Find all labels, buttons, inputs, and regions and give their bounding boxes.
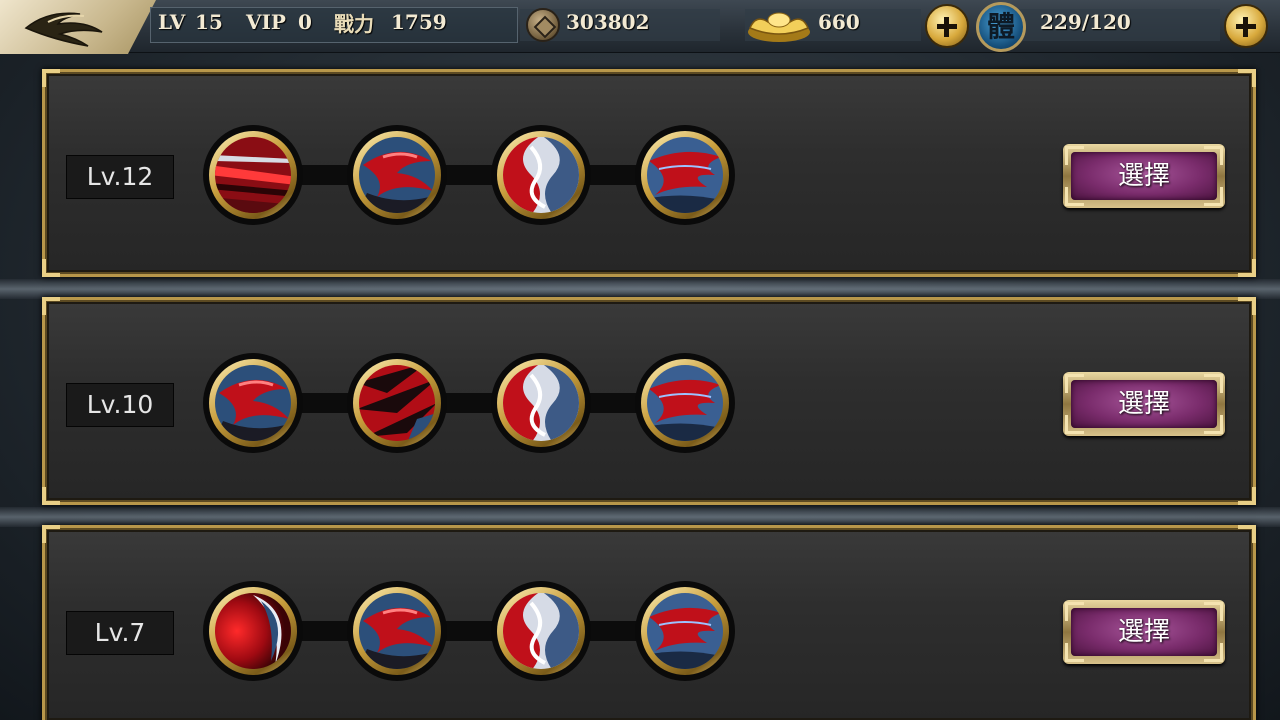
frame-corner [42, 525, 60, 543]
game-screen: LV 15 VIP 0 戰力 1759 303802 660 體 229/120… [0, 0, 1280, 720]
skill-red-swirl-claw-icon[interactable] [203, 353, 303, 453]
power-value: 1759 [391, 10, 447, 34]
skill-set-panel-2: Lv.10 選擇 [42, 297, 1256, 505]
level-tag: Lv.7 [66, 611, 174, 655]
select-button[interactable]: 選擇 [1063, 372, 1225, 436]
panel-divider [0, 279, 1280, 299]
skill-set-panel-1: Lv.12 選擇 [42, 69, 1256, 277]
level-label: LV [158, 10, 186, 34]
gold-ingot-icon [748, 12, 810, 42]
add-stamina-button[interactable] [1224, 4, 1268, 48]
add-ingots-button[interactable] [925, 4, 969, 48]
back-arrow-icon [24, 12, 103, 47]
back-button[interactable] [0, 0, 156, 54]
panel-divider [0, 507, 1280, 527]
stamina-icon: 體 [976, 2, 1026, 52]
skill-red-blue-flow-icon[interactable] [635, 581, 735, 681]
skill-yin-yang-red-icon[interactable] [491, 581, 591, 681]
skill-chain [199, 353, 745, 453]
select-button-label: 選擇 [1071, 380, 1217, 428]
top-hud: LV 15 VIP 0 戰力 1759 303802 660 體 229/120 [0, 0, 1280, 54]
level-tag: Lv.12 [66, 155, 174, 199]
frame-corner [42, 487, 60, 505]
frame-corner [1238, 259, 1256, 277]
level-tag: Lv.10 [66, 383, 174, 427]
skill-red-blue-flow-icon[interactable] [635, 353, 735, 453]
skill-yin-yang-red-icon[interactable] [491, 125, 591, 225]
select-button[interactable]: 選擇 [1063, 600, 1225, 664]
frame-corner [42, 259, 60, 277]
skill-red-blue-flow-icon[interactable] [635, 125, 735, 225]
select-button-label: 選擇 [1071, 152, 1217, 200]
select-button[interactable]: 選擇 [1063, 144, 1225, 208]
skill-red-swirl-claw-icon[interactable] [347, 125, 447, 225]
skill-slash-red-streak-icon[interactable] [203, 125, 303, 225]
coin-icon [526, 8, 560, 42]
frame-corner [42, 297, 60, 315]
skill-set-panel-3: Lv.7 選擇 [42, 525, 1256, 720]
coins-value: 303802 [566, 10, 650, 34]
skill-red-orb-crescent-icon[interactable] [203, 581, 303, 681]
level-value: 15 [195, 10, 223, 34]
skill-red-dark-spikes-icon[interactable] [347, 353, 447, 453]
frame-corner [1238, 487, 1256, 505]
frame-corner [42, 69, 60, 87]
ingots-value: 660 [818, 10, 860, 34]
frame-corner [1238, 297, 1256, 315]
frame-corner [1238, 525, 1256, 543]
skill-chain [199, 125, 745, 225]
vip-label: VIP [246, 10, 286, 34]
skill-chain [199, 581, 745, 681]
skill-yin-yang-red-icon[interactable] [491, 353, 591, 453]
stamina-value: 229/120 [1040, 10, 1131, 34]
frame-corner [1238, 69, 1256, 87]
power-label: 戰力 [334, 12, 374, 36]
vip-value: 0 [298, 10, 312, 34]
select-button-label: 選擇 [1071, 608, 1217, 656]
skill-red-swirl-claw-icon[interactable] [347, 581, 447, 681]
